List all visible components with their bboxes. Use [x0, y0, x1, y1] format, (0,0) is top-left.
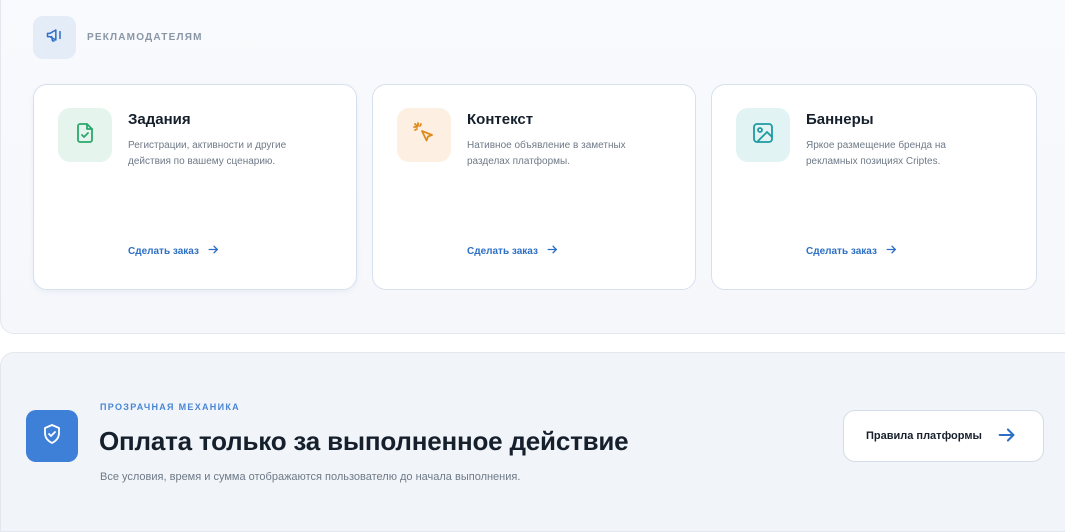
arrow-right-icon: [996, 424, 1018, 449]
mechanics-title: Оплата только за выполненное действие: [99, 426, 629, 456]
advertisers-badge: [33, 16, 76, 59]
order-link[interactable]: Сделать заказ: [467, 243, 559, 259]
platform-rules-button[interactable]: Правила платформы: [843, 410, 1044, 462]
shield-badge: [26, 410, 78, 462]
cursor-click-icon: [412, 121, 436, 150]
card-title: Баннеры: [806, 111, 874, 128]
card-banners[interactable]: Баннеры Яркое размещение бренда на рекла…: [711, 84, 1037, 290]
card-description: Нативное объявление в заметных разделах …: [467, 140, 626, 167]
image-icon: [751, 121, 775, 150]
advertisers-label: РЕКЛАМОДАТЕЛЯМ: [87, 32, 203, 43]
card-icon-container: [58, 108, 112, 162]
megaphone-icon: [45, 25, 65, 50]
card-context[interactable]: Контекст Нативное объявление в заметных …: [372, 84, 696, 290]
arrow-right-icon: [546, 243, 559, 259]
file-check-icon: [73, 121, 97, 150]
arrow-right-icon: [885, 243, 898, 259]
card-tasks[interactable]: Задания Регистрации, активности и другие…: [33, 84, 357, 290]
platform-rules-label: Правила платформы: [866, 430, 982, 442]
order-link[interactable]: Сделать заказ: [806, 243, 898, 259]
mechanics-label: ПРОЗРАЧНАЯ МЕХАНИКА: [100, 402, 240, 412]
order-link-label: Сделать заказ: [467, 245, 538, 257]
card-icon-container: [397, 108, 451, 162]
arrow-right-icon: [207, 243, 220, 259]
mechanics-description: Все условия, время и сумма отображаются …: [100, 471, 521, 483]
card-description: Яркое размещение бренда на рекламных поз…: [806, 140, 946, 167]
order-link-label: Сделать заказ: [128, 245, 199, 257]
card-title: Контекст: [467, 111, 534, 128]
order-link-label: Сделать заказ: [806, 245, 877, 257]
card-title: Задания: [128, 111, 191, 128]
card-description: Регистрации, активности и другие действи…: [128, 140, 287, 167]
card-icon-container: [736, 108, 790, 162]
shield-check-icon: [40, 422, 64, 451]
order-link[interactable]: Сделать заказ: [128, 243, 220, 259]
